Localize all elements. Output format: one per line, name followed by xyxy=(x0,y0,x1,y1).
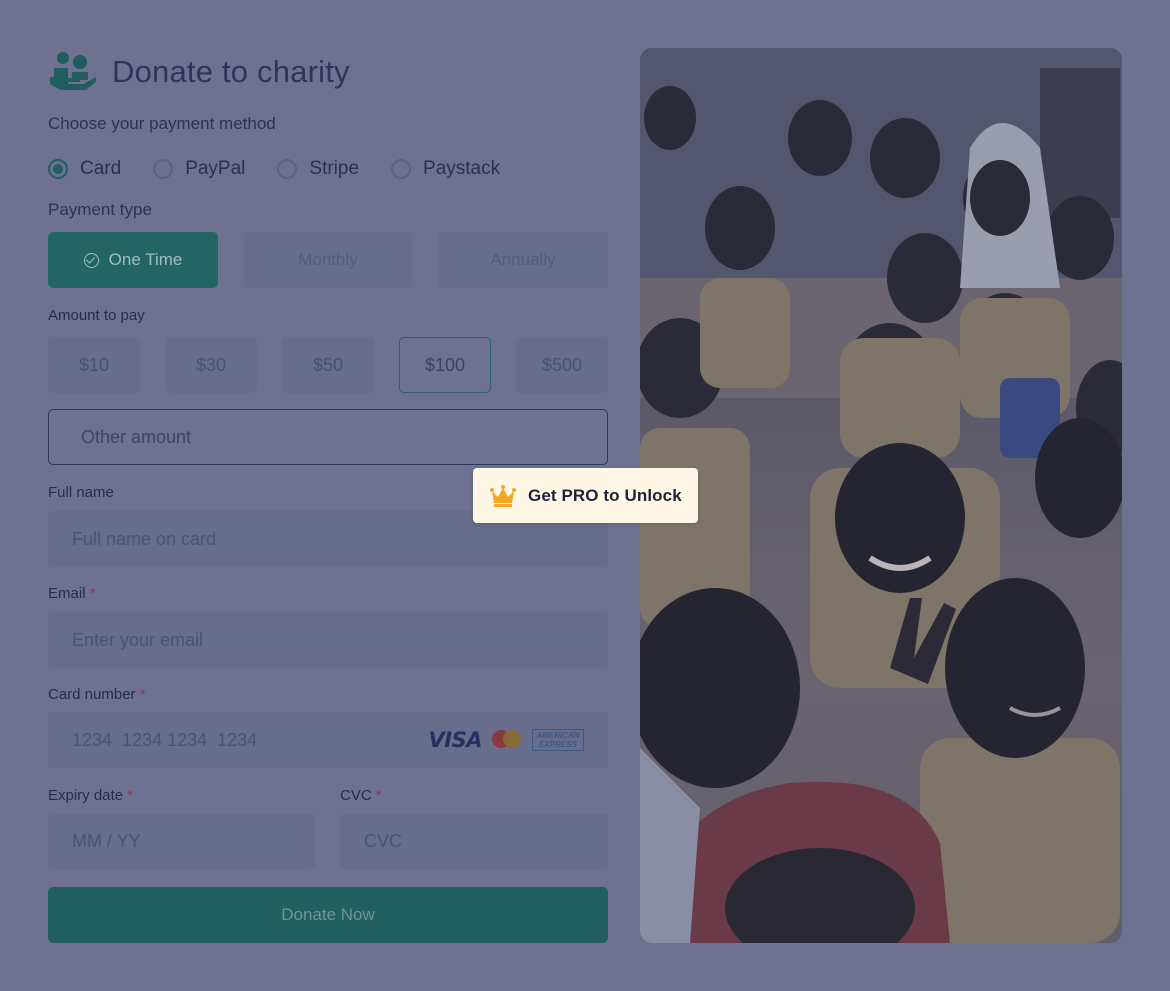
label-text: Expiry date xyxy=(48,787,124,804)
photo-illustration xyxy=(640,48,1122,943)
card-number-input[interactable]: 1234 1234 1234 1234 VISA AMERICAN EXPRES… xyxy=(48,712,608,768)
required-marker: * xyxy=(139,686,146,703)
page-title: Donate to charity xyxy=(112,54,350,89)
amount-option-10[interactable]: $10 xyxy=(48,337,140,393)
email-input[interactable]: Enter your email xyxy=(48,612,608,668)
radio-indicator[interactable] xyxy=(48,159,68,179)
radio-paystack[interactable]: Paystack xyxy=(391,158,500,180)
mastercard-icon xyxy=(492,730,522,750)
input-placeholder: 1234 1234 1234 1234 xyxy=(72,729,258,750)
input-placeholder: CVC xyxy=(364,830,403,851)
button-label: One Time xyxy=(108,250,183,269)
payment-type-one-time-button[interactable]: One Time xyxy=(48,232,218,288)
payment-method-label: Choose your payment method xyxy=(48,114,276,133)
radio-indicator[interactable] xyxy=(391,159,412,179)
radio-paypal[interactable]: PayPal xyxy=(153,158,245,180)
payment-method-radio-group: Card PayPal Stripe Paystack xyxy=(48,158,532,180)
radio-label: Card xyxy=(80,158,122,179)
cvc-label: CVC * xyxy=(340,787,382,804)
card-number-label: Card number * xyxy=(48,686,146,703)
label-text: Card number xyxy=(48,686,136,703)
input-placeholder: Other amount xyxy=(81,426,192,447)
required-marker: * xyxy=(127,787,134,804)
amount-option-100[interactable]: $100 xyxy=(399,337,491,393)
label-text: CVC xyxy=(340,787,372,804)
amount-value: $10 xyxy=(78,354,110,375)
donation-form: Donate to charity xyxy=(48,48,608,96)
charity-hands-icon xyxy=(50,52,96,90)
amount-value: $30 xyxy=(195,354,227,375)
required-marker: * xyxy=(89,585,96,602)
amount-value: $500 xyxy=(541,354,583,375)
radio-card[interactable]: Card xyxy=(48,158,121,180)
full-name-label: Full name xyxy=(48,484,114,501)
payment-type-label: Payment type xyxy=(48,200,152,219)
amex-icon: AMERICAN EXPRESS xyxy=(532,729,584,751)
amount-value: $50 xyxy=(312,354,344,375)
get-pro-badge[interactable]: Get PRO to Unlock xyxy=(473,468,698,523)
button-label: Monthly xyxy=(298,250,358,269)
email-label: Email * xyxy=(48,585,96,602)
expiry-label: Expiry date * xyxy=(48,787,133,804)
radio-label: PayPal xyxy=(185,158,246,179)
crown-icon xyxy=(490,484,516,507)
pro-badge-label: Get PRO to Unlock xyxy=(528,485,682,505)
other-amount-input[interactable]: Other amount xyxy=(48,409,608,465)
radio-indicator[interactable] xyxy=(277,159,298,179)
label-text: Email xyxy=(48,585,86,602)
amount-option-50[interactable]: $50 xyxy=(282,337,374,393)
children-photo xyxy=(640,48,1122,943)
button-label: Annually xyxy=(490,250,556,269)
payment-type-monthly-button[interactable]: Monthly xyxy=(244,232,412,288)
input-placeholder: Full name on card xyxy=(72,528,217,549)
visa-icon: VISA xyxy=(428,728,483,752)
required-marker: * xyxy=(375,787,382,804)
card-brand-icons: VISA AMERICAN EXPRESS xyxy=(429,712,584,768)
button-label: Donate Now xyxy=(281,905,375,924)
radio-stripe[interactable]: Stripe xyxy=(277,158,359,180)
input-placeholder: Enter your email xyxy=(72,629,204,650)
payment-type-annually-button[interactable]: Annually xyxy=(438,232,608,288)
radio-label: Paystack xyxy=(423,158,501,179)
expiry-input[interactable]: MM / YY xyxy=(48,813,315,869)
amount-option-30[interactable]: $30 xyxy=(165,337,257,393)
amount-option-500[interactable]: $500 xyxy=(516,337,608,393)
radio-label: Stripe xyxy=(309,158,360,179)
amount-label: Amount to pay xyxy=(48,307,145,324)
check-circle-icon xyxy=(83,252,99,268)
form-header: Donate to charity xyxy=(48,48,608,96)
input-placeholder: MM / YY xyxy=(72,830,141,851)
radio-indicator[interactable] xyxy=(153,159,174,179)
donate-now-button[interactable]: Donate Now xyxy=(48,887,608,943)
cvc-input[interactable]: CVC xyxy=(340,813,608,869)
amount-value: $100 xyxy=(424,354,466,375)
